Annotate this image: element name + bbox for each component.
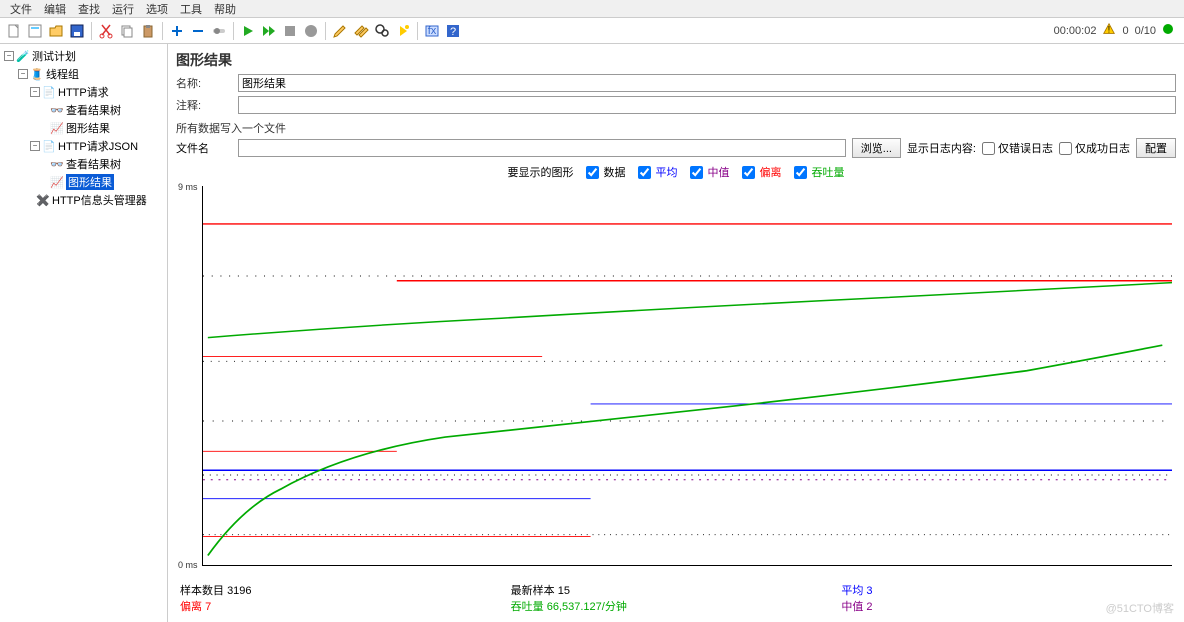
collapse-icon[interactable] xyxy=(188,21,208,41)
legend-data[interactable]: 数据 xyxy=(586,164,626,180)
status-bar: 00:00:02 ! 0 0/10 xyxy=(1054,22,1180,39)
status-indicator-icon xyxy=(1162,23,1174,38)
only-success-checkbox[interactable]: 仅成功日志 xyxy=(1059,140,1130,156)
watermark: @51CTO博客 xyxy=(1106,600,1174,616)
svg-text:!: ! xyxy=(1108,25,1111,36)
legend-avg[interactable]: 平均 xyxy=(638,164,678,180)
paste-icon[interactable] xyxy=(138,21,158,41)
config-button[interactable]: 配置 xyxy=(1136,138,1176,158)
dev-label: 偏离 xyxy=(180,601,202,613)
toggle-icon[interactable] xyxy=(209,21,229,41)
name-input[interactable] xyxy=(238,74,1176,92)
tree-thread-group[interactable]: −🧵线程组 xyxy=(2,65,165,83)
warning-icon: ! xyxy=(1102,22,1116,39)
thr-label: 吞吐量 xyxy=(511,601,544,613)
stats-row: 样本数目 3196 偏离 7 最新样本 15 吞吐量 66,537.127/分钟… xyxy=(176,580,1176,616)
error-count: 0 xyxy=(1122,25,1128,37)
y-min-label: 0 ms xyxy=(178,560,198,570)
help-icon[interactable]: ? xyxy=(443,21,463,41)
template-icon[interactable] xyxy=(25,21,45,41)
latest-label: 最新样本 xyxy=(511,585,555,597)
elapsed-time: 00:00:02 xyxy=(1054,25,1097,37)
tree-graph-results-1[interactable]: 📈图形结果 xyxy=(2,119,165,137)
y-max-label: 9 ms xyxy=(178,182,198,192)
chart-area: 9 ms 0 ms xyxy=(202,182,1172,580)
menubar: 文件 编辑 查找 运行 选项 工具 帮助 xyxy=(0,0,1184,18)
run-notimer-icon[interactable] xyxy=(259,21,279,41)
menu-tools[interactable]: 工具 xyxy=(176,1,206,17)
menu-file[interactable]: 文件 xyxy=(6,1,36,17)
tree-graph-results-2[interactable]: 📈图形结果 xyxy=(2,173,165,191)
comment-label: 注释: xyxy=(176,97,232,113)
write-file-note: 所有数据写入一个文件 xyxy=(176,120,1176,136)
stop-icon[interactable] xyxy=(280,21,300,41)
tree-view-results-1[interactable]: 👓查看结果树 xyxy=(2,101,165,119)
tree-view-results-2[interactable]: 👓查看结果树 xyxy=(2,155,165,173)
legend-dev[interactable]: 偏离 xyxy=(742,164,782,180)
avg-value: 3 xyxy=(866,585,872,597)
content-panel: 图形结果 名称: 注释: 所有数据写入一个文件 文件名 浏览... 显示日志内容… xyxy=(168,44,1184,622)
new-icon[interactable] xyxy=(4,21,24,41)
legend-thr[interactable]: 吞吐量 xyxy=(794,164,845,180)
copy-icon[interactable] xyxy=(117,21,137,41)
dev-value: 7 xyxy=(205,601,211,613)
med-value: 2 xyxy=(866,601,872,613)
legend-median[interactable]: 中值 xyxy=(690,164,730,180)
only-error-checkbox[interactable]: 仅错误日志 xyxy=(982,140,1053,156)
browse-button[interactable]: 浏览... xyxy=(852,138,901,158)
chart-legend: 要显示的图形 数据 平均 中值 偏离 吞吐量 xyxy=(176,164,1176,180)
reset-search-icon[interactable] xyxy=(393,21,413,41)
panel-title: 图形结果 xyxy=(176,50,1176,70)
clear-icon[interactable] xyxy=(330,21,350,41)
file-input[interactable] xyxy=(238,139,846,157)
clear-all-icon[interactable] xyxy=(351,21,371,41)
function-icon[interactable]: fx xyxy=(422,21,442,41)
show-log-label: 显示日志内容: xyxy=(907,140,976,156)
tree-http-request-json[interactable]: −📄HTTP请求JSON xyxy=(2,137,165,155)
run-icon[interactable] xyxy=(238,21,258,41)
samples-value: 3196 xyxy=(227,585,251,597)
menu-options[interactable]: 选项 xyxy=(142,1,172,17)
open-icon[interactable] xyxy=(46,21,66,41)
save-icon[interactable] xyxy=(67,21,87,41)
svg-text:?: ? xyxy=(450,26,456,38)
menu-run[interactable]: 运行 xyxy=(108,1,138,17)
cut-icon[interactable] xyxy=(96,21,116,41)
avg-label: 平均 xyxy=(841,585,863,597)
thread-count: 0/10 xyxy=(1135,25,1156,37)
legend-title: 要显示的图形 xyxy=(508,164,574,180)
tree-test-plan[interactable]: −🧪测试计划 xyxy=(2,47,165,65)
menu-help[interactable]: 帮助 xyxy=(210,1,240,17)
med-label: 中值 xyxy=(841,601,863,613)
tree-http-request-1[interactable]: −📄HTTP请求 xyxy=(2,83,165,101)
svg-text:fx: fx xyxy=(428,25,437,37)
menu-find[interactable]: 查找 xyxy=(74,1,104,17)
thr-value: 66,537.127/分钟 xyxy=(547,601,627,613)
name-label: 名称: xyxy=(176,75,232,91)
tree-header-manager[interactable]: ✖️HTTP信息头管理器 xyxy=(2,191,165,209)
chart-canvas xyxy=(202,186,1172,566)
comment-input[interactable] xyxy=(238,96,1176,114)
menu-edit[interactable]: 编辑 xyxy=(40,1,70,17)
samples-label: 样本数目 xyxy=(180,585,224,597)
file-label: 文件名 xyxy=(176,140,232,156)
search-icon[interactable] xyxy=(372,21,392,41)
shutdown-icon[interactable] xyxy=(301,21,321,41)
expand-icon[interactable] xyxy=(167,21,187,41)
latest-value: 15 xyxy=(558,585,570,597)
test-plan-tree[interactable]: −🧪测试计划 −🧵线程组 −📄HTTP请求 👓查看结果树 📈图形结果 −📄HTT… xyxy=(0,44,168,622)
toolbar: fx ? 00:00:02 ! 0 0/10 xyxy=(0,18,1184,44)
